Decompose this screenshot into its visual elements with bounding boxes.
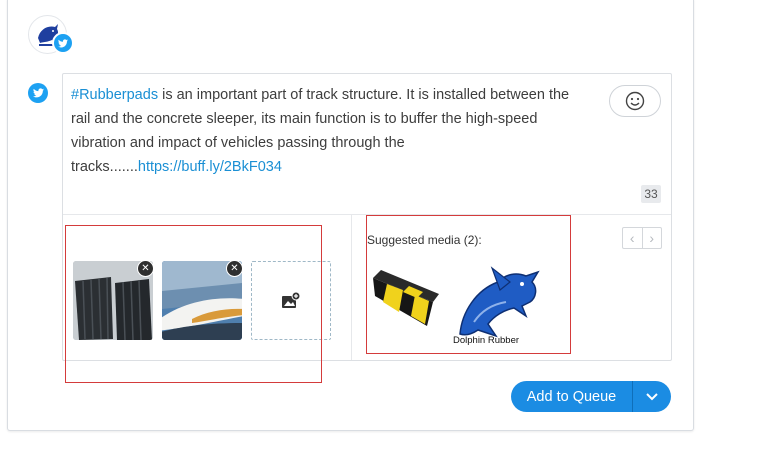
post-text-editor[interactable]: #Rubberpads is an important part of trac… xyxy=(71,83,591,179)
chevron-right-icon[interactable]: › xyxy=(643,228,662,248)
emoji-button[interactable] xyxy=(609,85,661,117)
remove-media-button[interactable]: ✕ xyxy=(226,260,243,277)
dolphin-rubber-caption: Dolphin Rubber xyxy=(453,335,520,346)
suggested-media-dolphin-logo[interactable] xyxy=(452,260,542,344)
chevron-down-icon xyxy=(646,392,658,400)
character-count: 33 xyxy=(641,185,661,203)
queue-options-dropdown[interactable] xyxy=(633,381,671,412)
twitter-network-icon xyxy=(28,83,48,103)
profile-avatar-group[interactable] xyxy=(28,15,74,55)
add-image-icon xyxy=(282,291,301,308)
post-link[interactable]: https://buff.ly/2BkF034 xyxy=(138,159,282,175)
add-to-queue-button[interactable]: Add to Queue xyxy=(511,381,632,412)
remove-media-button[interactable]: ✕ xyxy=(137,260,154,277)
suggested-media-label: Suggested media (2): xyxy=(367,233,482,247)
smiley-icon xyxy=(625,91,645,111)
suggested-media-nav: ‹ › xyxy=(622,227,662,249)
add-to-queue-split-button: Add to Queue xyxy=(511,381,671,412)
add-media-button[interactable] xyxy=(251,261,331,340)
suggested-media-panel: Suggested media (2): ‹ › Dolphin Rubber xyxy=(351,214,672,360)
post-hashtag[interactable]: #Rubberpads xyxy=(71,87,158,103)
post-composer[interactable]: #Rubberpads is an important part of trac… xyxy=(62,73,672,361)
twitter-badge-icon xyxy=(52,32,74,54)
chevron-left-icon[interactable]: ‹ xyxy=(623,228,643,248)
suggested-media-speed-bump[interactable] xyxy=(371,266,439,332)
